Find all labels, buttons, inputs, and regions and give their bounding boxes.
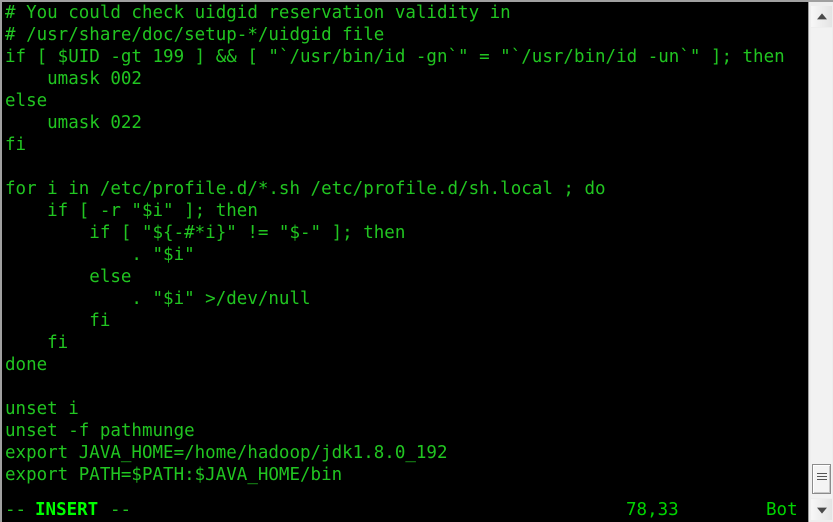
scrollbar-up-arrow-icon[interactable] <box>811 6 832 27</box>
code-line: # /usr/share/doc/setup-*/uidgid file <box>5 25 385 45</box>
code-line: else <box>5 91 48 111</box>
code-line: export JAVA_HOME=/home/hadoop/jdk1.8.0_1… <box>5 443 448 463</box>
code-line: umask 022 <box>5 113 142 133</box>
file-location-indicator: Bot <box>766 500 798 520</box>
code-line: fi <box>5 135 27 155</box>
cursor-position-indicator: 78,33 <box>626 500 679 520</box>
status-mode-indicator: INSERT <box>35 500 99 520</box>
vim-status-line: -- INSERT -- 78,33 Bot <box>2 498 808 522</box>
grip-lines-icon <box>817 473 827 474</box>
vim-text-buffer[interactable]: # You could check uidgid reservation val… <box>2 2 808 522</box>
chevron-up-icon <box>816 12 827 19</box>
code-line: if [ -r "$i" ]; then <box>5 201 258 221</box>
code-line: . "$i" <box>5 245 195 265</box>
chevron-down-icon <box>816 507 827 514</box>
status-dash-right: -- <box>110 500 132 520</box>
terminal-window[interactable]: # You could check uidgid reservation val… <box>0 0 833 522</box>
code-line: fi <box>5 311 111 331</box>
scrollbar-down-arrow-icon[interactable] <box>811 499 832 520</box>
code-line: done <box>5 355 48 375</box>
scrollbar-track[interactable] <box>811 28 832 498</box>
code-line: # You could check uidgid reservation val… <box>5 3 511 23</box>
vertical-scrollbar[interactable] <box>808 2 833 522</box>
code-line: . "$i" >/dev/null <box>5 289 311 309</box>
code-line: fi <box>5 333 69 353</box>
code-line: export PATH=$PATH:$JAVA_HOME/bin <box>5 465 343 485</box>
code-line: unset i <box>5 399 79 419</box>
code-line: unset -f pathmunge <box>5 421 195 441</box>
code-line: else <box>5 267 132 287</box>
code-line: umask 002 <box>5 69 142 89</box>
status-dash-left: -- <box>5 500 27 520</box>
code-line: if [ "${-#*i}" != "$-" ]; then <box>5 223 406 243</box>
code-line: if [ $UID -gt 199 ] && [ "`/usr/bin/id -… <box>5 47 785 67</box>
scrollbar-thumb[interactable] <box>812 464 831 494</box>
code-line: for i in /etc/profile.d/*.sh /etc/profil… <box>5 179 606 199</box>
